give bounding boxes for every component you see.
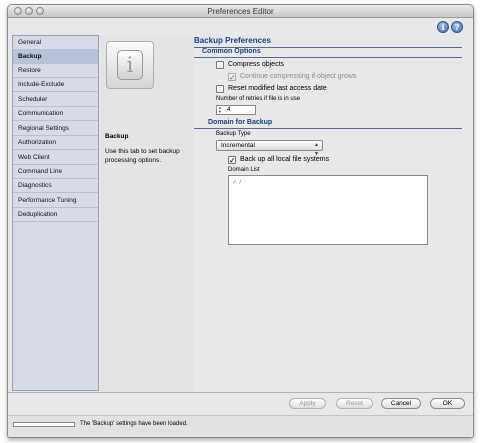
common-options-divider <box>194 57 462 58</box>
description-pane: i Backup Use this tab to set backup proc… <box>100 35 194 391</box>
description-text: Use this tab to set backup processing op… <box>105 148 180 164</box>
ok-button[interactable]: OK <box>430 398 465 409</box>
apply-button[interactable]: Apply <box>289 398 326 409</box>
description-title: Backup <box>105 133 129 140</box>
reset-button[interactable]: Reset <box>336 398 373 409</box>
category-sidebar: General Backup Restore Include-Exclude S… <box>12 35 99 391</box>
sidebar-item-label: Performance Tuning <box>18 197 77 204</box>
sidebar-item-label: Command Line <box>18 168 63 175</box>
sidebar-item-label: Diagnostics <box>18 182 52 189</box>
sidebar-item-label: Scheduler <box>18 96 48 103</box>
sidebar-item-label: Restore <box>18 67 41 74</box>
sidebar-item-authorization[interactable]: Authorization <box>13 136 98 150</box>
continue-compressing-checkbox[interactable]: ✓ <box>228 73 236 82</box>
list-item-label: / <box>239 179 242 186</box>
sidebar-item-label: Communication <box>18 110 64 117</box>
checkmark-icon: ✓ <box>229 73 236 82</box>
list-item[interactable]: ✓ / <box>232 178 241 186</box>
reset-access-date-label: Reset modified last access date <box>228 85 327 92</box>
sidebar-item-performance-tuning[interactable]: Performance Tuning <box>13 194 98 208</box>
domain-list[interactable]: ✓ / <box>228 175 428 245</box>
info-glyph-icon: i <box>117 50 143 80</box>
title-bar: Preferences Editor <box>8 5 473 18</box>
reset-access-date-checkbox[interactable] <box>216 85 224 93</box>
backup-type-select[interactable]: Incremental ▲ ▼ <box>216 140 323 157</box>
backup-all-local-checkbox[interactable]: ✓ <box>228 156 236 165</box>
compress-objects-checkbox[interactable] <box>216 61 224 69</box>
preferences-window: Preferences Editor i ? General Backup Re… <box>7 4 474 438</box>
sidebar-item-deduplication[interactable]: Deduplication <box>13 208 98 222</box>
sidebar-item-label: Web Client <box>18 154 50 161</box>
backup-all-local-label: Back up all local file systems <box>240 156 330 163</box>
common-options-heading: Common Options <box>202 48 261 55</box>
domain-heading: Domain for Backup <box>208 119 273 126</box>
sidebar-item-include-exclude[interactable]: Include-Exclude <box>13 78 98 92</box>
domain-list-label: Domain List <box>228 167 260 173</box>
backup-preferences-panel: Backup Preferences Common Options Compre… <box>194 35 469 391</box>
sidebar-item-label: Regional Settings <box>18 125 69 132</box>
sidebar-item-general[interactable]: General <box>13 36 98 50</box>
page-title: Backup Preferences <box>194 36 271 45</box>
retries-value: 4 <box>227 106 231 113</box>
footer-divider <box>8 392 473 393</box>
help-icon[interactable]: ? <box>451 21 463 33</box>
backup-category-icon: i <box>106 41 154 89</box>
sidebar-item-regional-settings[interactable]: Regional Settings <box>13 122 98 136</box>
sidebar-item-web-client[interactable]: Web Client <box>13 151 98 165</box>
cancel-button[interactable]: Cancel <box>381 398 421 409</box>
info-icon[interactable]: i <box>437 21 449 33</box>
checkmark-icon: ✓ <box>232 179 238 186</box>
progress-bar <box>13 422 75 427</box>
window-title: Preferences Editor <box>207 7 274 16</box>
retries-label: Number of retries if file is in use <box>216 96 301 102</box>
sidebar-item-label: Deduplication <box>18 211 58 218</box>
continue-compressing-label: Continue compressing if object grows <box>240 73 357 80</box>
sidebar-item-communication[interactable]: Communication <box>13 107 98 121</box>
backup-type-label: Backup Type <box>216 131 251 137</box>
domain-divider <box>194 128 462 129</box>
sidebar-item-restore[interactable]: Restore <box>13 64 98 78</box>
status-text: The 'Backup' settings have been loaded. <box>80 421 188 427</box>
sidebar-item-backup[interactable]: Backup <box>13 50 98 64</box>
backup-type-value: Incremental <box>221 142 255 149</box>
sidebar-item-label: Backup <box>18 53 42 60</box>
sidebar-item-label: Authorization <box>18 139 56 146</box>
sidebar-item-diagnostics[interactable]: Diagnostics <box>13 179 98 193</box>
compress-objects-label: Compress objects <box>228 61 285 68</box>
sidebar-item-command-line[interactable]: Command Line <box>13 165 98 179</box>
stepper-arrows-icon[interactable]: ▲ ▼ <box>218 106 222 114</box>
status-bar: The 'Backup' settings have been loaded. <box>8 415 473 437</box>
sidebar-item-scheduler[interactable]: Scheduler <box>13 93 98 107</box>
checkmark-icon: ✓ <box>229 156 236 165</box>
sidebar-item-label: General <box>18 39 42 46</box>
retries-stepper[interactable]: ▲ ▼ 4 <box>216 105 256 115</box>
sidebar-item-label: Include-Exclude <box>18 81 65 88</box>
